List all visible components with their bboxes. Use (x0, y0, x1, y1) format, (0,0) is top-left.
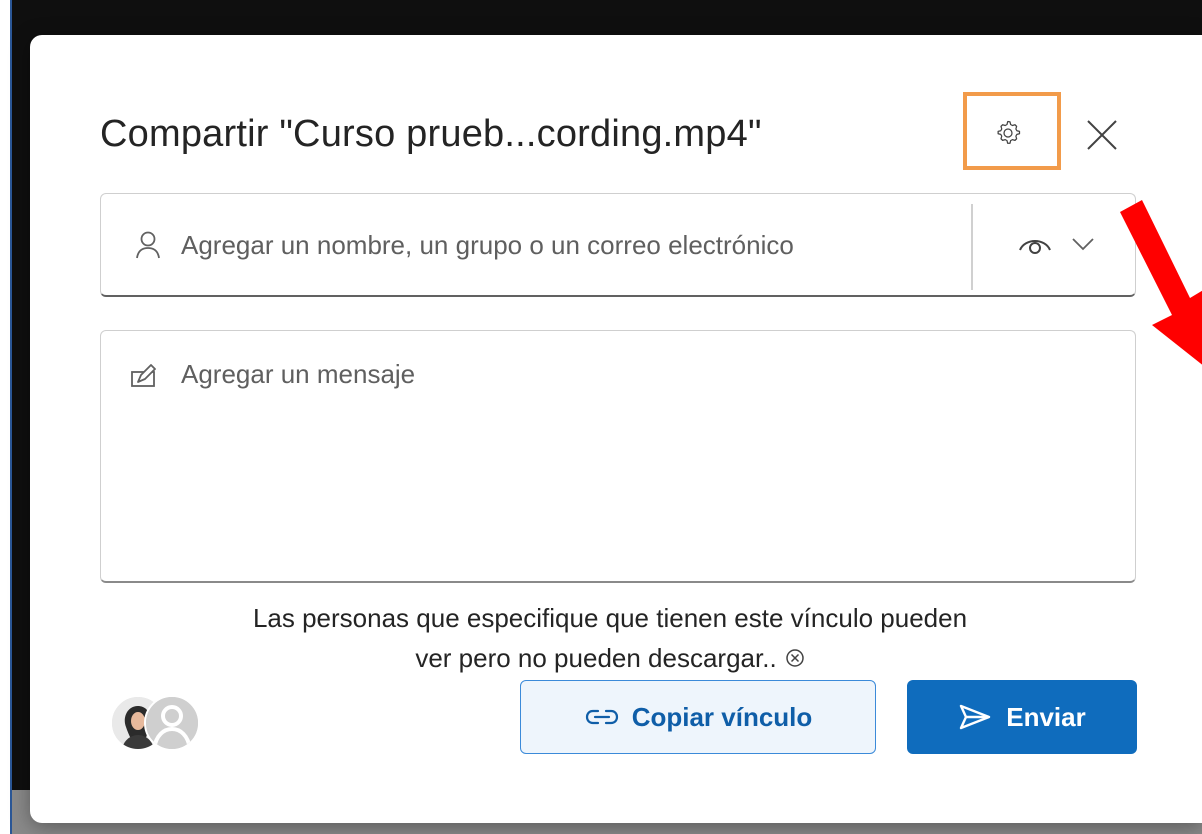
dialog-title: Compartir "Curso prueb...cording.mp4" (100, 113, 762, 155)
settings-button[interactable] (990, 115, 1026, 151)
send-button[interactable]: Enviar (907, 680, 1137, 754)
permission-info-line2: ver pero no pueden descargar.. (415, 643, 777, 673)
person-icon (136, 231, 160, 259)
message-field[interactable] (100, 330, 1136, 583)
send-icon (960, 704, 991, 730)
gear-icon (997, 120, 1021, 144)
copy-link-button[interactable]: Copiar vínculo (520, 680, 876, 754)
permission-info: Las personas que especifique que tienen … (100, 598, 1120, 678)
window-frame-left (0, 0, 12, 834)
dismiss-circle-icon[interactable] (785, 648, 805, 668)
close-icon (1087, 120, 1117, 150)
red-arrow-annotation (1120, 200, 1202, 365)
copy-link-label: Copiar vínculo (631, 701, 813, 732)
message-input[interactable] (181, 359, 1101, 559)
shared-with-avatars[interactable] (110, 695, 210, 751)
permission-info-line1: Las personas que especifique que tienen … (252, 603, 968, 633)
chevron-down-icon (1072, 238, 1094, 251)
people-search-input[interactable] (181, 224, 961, 266)
avatar (144, 695, 200, 751)
pencil-icon (131, 364, 156, 387)
share-dialog: Compartir "Curso prueb...cording.mp4" Ag… (30, 35, 1202, 823)
send-label: Enviar (1006, 701, 1086, 732)
eye-icon (1019, 240, 1051, 254)
link-icon (585, 709, 618, 725)
people-picker-field[interactable] (100, 193, 1136, 297)
close-button[interactable] (1082, 115, 1122, 155)
field-divider (971, 204, 973, 290)
